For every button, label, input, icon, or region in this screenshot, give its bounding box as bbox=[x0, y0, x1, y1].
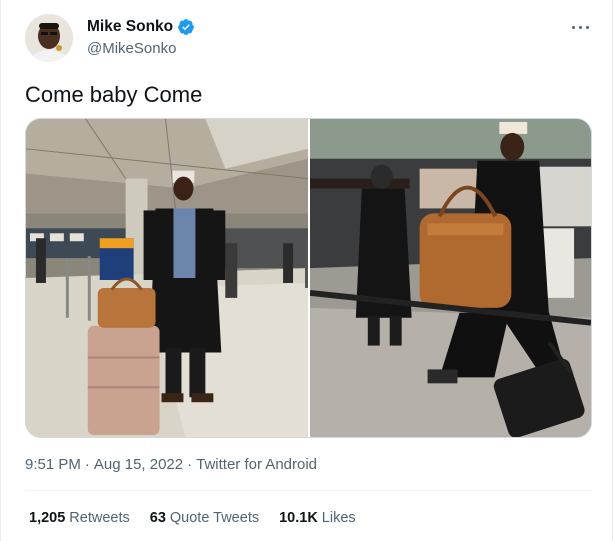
tweet-timestamp: 9:51 PM · Aug 15, 2022 · Twitter for Android bbox=[25, 456, 317, 473]
user-handle[interactable]: @MikeSonko bbox=[87, 40, 195, 57]
quote-tweets-stat[interactable]: 63 Quote Tweets bbox=[150, 510, 259, 526]
tweet-stats: 1,205 Retweets 63 Quote Tweets 10.1K Lik… bbox=[29, 510, 356, 526]
tweet-card: Mike Sonko @MikeSonko Come baby Come 9:5… bbox=[0, 0, 613, 541]
quote-tweets-count: 63 bbox=[149, 510, 166, 526]
more-options-icon[interactable] bbox=[570, 20, 592, 34]
quote-tweets-label: Quote Tweets bbox=[169, 510, 260, 526]
tweet-time[interactable]: 9:51 PM bbox=[25, 456, 81, 473]
separator: · bbox=[187, 456, 193, 473]
retweets-label: Retweets bbox=[69, 510, 130, 526]
retweets-stat[interactable]: 1,205 Retweets bbox=[29, 510, 130, 526]
airport-photo-right[interactable] bbox=[310, 119, 591, 437]
separator: · bbox=[84, 456, 90, 473]
likes-stat[interactable]: 10.1K Likes bbox=[279, 510, 356, 526]
tweet-date[interactable]: Aug 15, 2022 bbox=[94, 456, 183, 473]
user-names: Mike Sonko @MikeSonko bbox=[87, 18, 195, 57]
tweet-media[interactable] bbox=[25, 118, 592, 438]
likes-count: 10.1K bbox=[279, 510, 318, 526]
tweet-text: Come baby Come bbox=[25, 82, 203, 107]
divider bbox=[25, 490, 592, 491]
tweet-source[interactable]: Twitter for Android bbox=[196, 456, 317, 473]
verified-badge-icon bbox=[177, 18, 195, 36]
tweet-header: Mike Sonko @MikeSonko bbox=[25, 14, 592, 64]
display-name[interactable]: Mike Sonko bbox=[87, 18, 173, 36]
likes-label: Likes bbox=[321, 510, 356, 526]
retweets-count: 1,205 bbox=[29, 510, 66, 526]
airport-photo-left[interactable] bbox=[26, 119, 308, 437]
avatar[interactable] bbox=[25, 14, 73, 62]
